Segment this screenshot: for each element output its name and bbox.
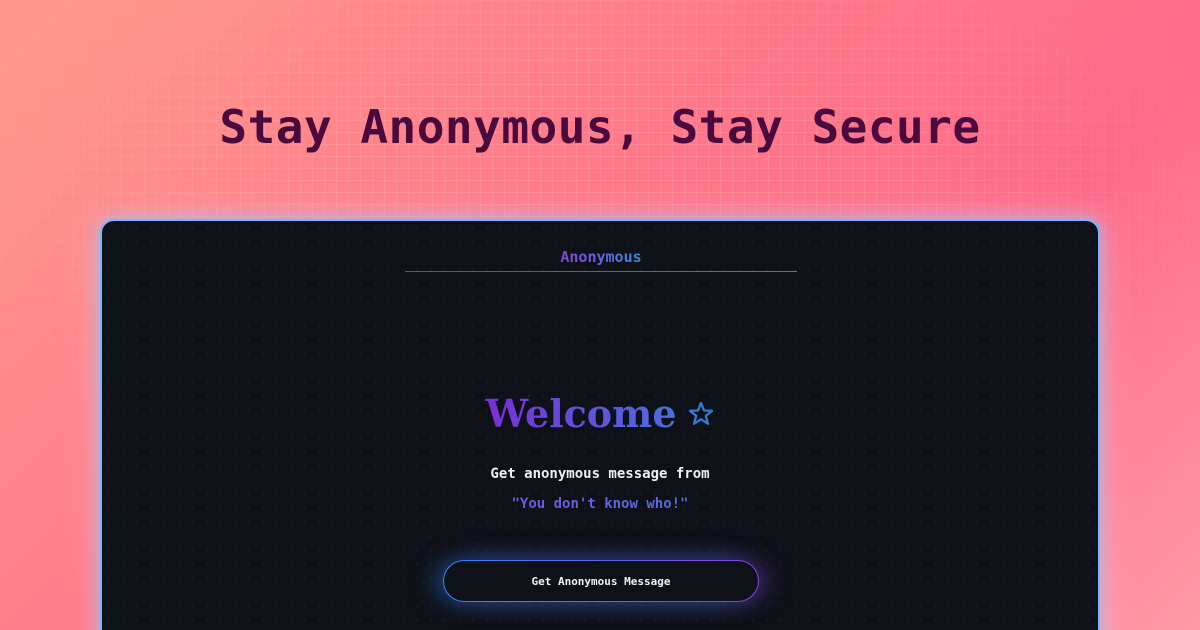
star-outline-icon: [687, 400, 715, 428]
subtitle: Get anonymous message from: [490, 466, 710, 482]
hero-title: Stay Anonymous, Stay Secure: [219, 100, 981, 154]
get-anonymous-message-button[interactable]: Get Anonymous Message: [443, 560, 759, 602]
navbar: Anonymous: [405, 247, 797, 272]
tagline-quote: "You don't know who!": [102, 496, 1098, 512]
brand-logo[interactable]: Anonymous: [560, 248, 641, 266]
welcome-heading: Welcome: [102, 391, 1098, 436]
welcome-text: Welcome: [485, 391, 677, 436]
app-window: Anonymous Welcome Get anonymous message …: [100, 219, 1100, 630]
